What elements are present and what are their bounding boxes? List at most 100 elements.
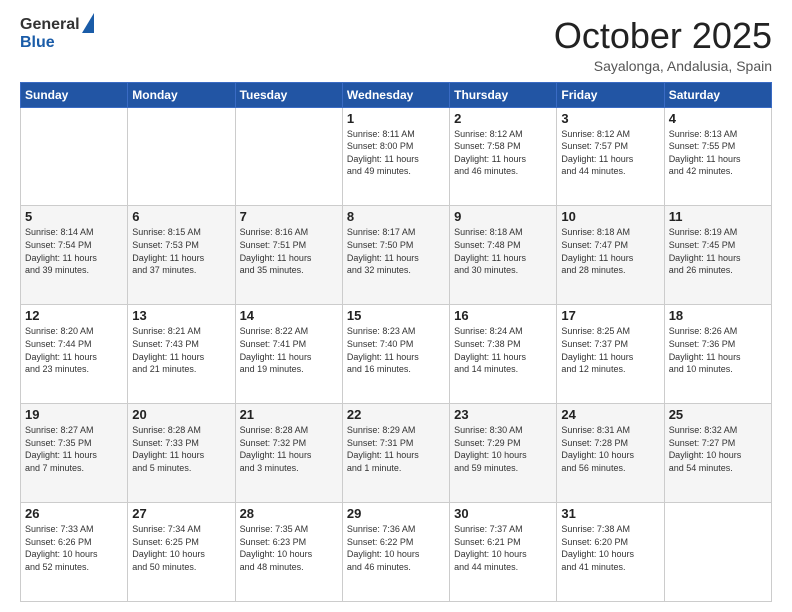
day-cell: 25 Sunrise: 8:32 AM Sunset: 7:27 PM Dayli… xyxy=(664,404,771,503)
day-info: Sunrise: 7:36 AM Sunset: 6:22 PM Dayligh… xyxy=(347,523,445,573)
day-cell: 26Sunrise: 7:33 AM Sunset: 6:26 PM Dayli… xyxy=(21,503,128,602)
day-cell: 31Sunrise: 7:38 AM Sunset: 6:20 PM Dayli… xyxy=(557,503,664,602)
day-info: Sunrise: 8:30 AM Sunset: 7:29 PM Dayligh… xyxy=(454,424,552,474)
day-info: Sunrise: 8:17 AM Sunset: 7:50 PM Dayligh… xyxy=(347,226,445,276)
day-number: 9 xyxy=(454,209,552,224)
day-cell: 22 Sunrise: 8:29 AM Sunset: 7:31 PM Dayli… xyxy=(342,404,449,503)
day-cell: 19Sunrise: 8:27 AM Sunset: 7:35 PM Dayli… xyxy=(21,404,128,503)
week-row-4: 19Sunrise: 8:27 AM Sunset: 7:35 PM Dayli… xyxy=(21,404,772,503)
day-info: Sunrise: 8:18 AM Sunset: 7:48 PM Dayligh… xyxy=(454,226,552,276)
day-cell: 27 Sunrise: 7:34 AM Sunset: 6:25 PM Dayli… xyxy=(128,503,235,602)
day-info: Sunrise: 7:35 AM Sunset: 6:23 PM Dayligh… xyxy=(240,523,338,573)
day-cell: 6Sunrise: 8:15 AM Sunset: 7:53 PM Daylig… xyxy=(128,206,235,305)
day-cell: 18 Sunrise: 8:26 AM Sunset: 7:36 PM Dayli… xyxy=(664,305,771,404)
day-number: 28 xyxy=(240,506,338,521)
day-info: Sunrise: 8:14 AM Sunset: 7:54 PM Dayligh… xyxy=(25,226,123,276)
day-number: 20 xyxy=(132,407,230,422)
logo-general-text: General xyxy=(20,16,80,34)
day-number: 8 xyxy=(347,209,445,224)
day-number: 12 xyxy=(25,308,123,323)
day-number: 13 xyxy=(132,308,230,323)
calendar-page: General Blue October 2025 Sayalonga, And… xyxy=(0,0,792,612)
day-info: Sunrise: 8:12 AM Sunset: 7:57 PM Dayligh… xyxy=(561,128,659,178)
week-row-1: 1 Sunrise: 8:11 AM Sunset: 8:00 PM Daylig… xyxy=(21,107,772,206)
day-info: Sunrise: 8:11 AM Sunset: 8:00 PM Dayligh… xyxy=(347,128,445,178)
day-info: Sunrise: 8:16 AM Sunset: 7:51 PM Dayligh… xyxy=(240,226,338,276)
day-cell: 3 Sunrise: 8:12 AM Sunset: 7:57 PM Daylig… xyxy=(557,107,664,206)
day-info: Sunrise: 8:13 AM Sunset: 7:55 PM Dayligh… xyxy=(669,128,767,178)
day-header-wednesday: Wednesday xyxy=(342,82,449,107)
day-number: 4 xyxy=(669,111,767,126)
week-row-3: 12 Sunrise: 8:20 AM Sunset: 7:44 PM Dayli… xyxy=(21,305,772,404)
day-number: 5 xyxy=(25,209,123,224)
day-cell: 14Sunrise: 8:22 AM Sunset: 7:41 PM Dayli… xyxy=(235,305,342,404)
day-info: Sunrise: 7:34 AM Sunset: 6:25 PM Dayligh… xyxy=(132,523,230,573)
day-header-sunday: Sunday xyxy=(21,82,128,107)
day-info: Sunrise: 8:24 AM Sunset: 7:38 PM Dayligh… xyxy=(454,325,552,375)
day-number: 2 xyxy=(454,111,552,126)
day-number: 17 xyxy=(561,308,659,323)
day-cell: 2 Sunrise: 8:12 AM Sunset: 7:58 PM Daylig… xyxy=(450,107,557,206)
day-info: Sunrise: 8:25 AM Sunset: 7:37 PM Dayligh… xyxy=(561,325,659,375)
day-cell: 21Sunrise: 8:28 AM Sunset: 7:32 PM Dayli… xyxy=(235,404,342,503)
logo-blue-text: Blue xyxy=(20,34,55,52)
day-number: 18 xyxy=(669,308,767,323)
month-title: October 2025 xyxy=(554,16,772,56)
day-number: 1 xyxy=(347,111,445,126)
day-header-tuesday: Tuesday xyxy=(235,82,342,107)
day-cell: 9 Sunrise: 8:18 AM Sunset: 7:48 PM Daylig… xyxy=(450,206,557,305)
day-cell: 20 Sunrise: 8:28 AM Sunset: 7:33 PM Dayli… xyxy=(128,404,235,503)
day-header-friday: Friday xyxy=(557,82,664,107)
day-number: 11 xyxy=(669,209,767,224)
day-info: Sunrise: 8:21 AM Sunset: 7:43 PM Dayligh… xyxy=(132,325,230,375)
day-number: 3 xyxy=(561,111,659,126)
day-number: 25 xyxy=(669,407,767,422)
day-cell xyxy=(21,107,128,206)
day-info: Sunrise: 7:38 AM Sunset: 6:20 PM Dayligh… xyxy=(561,523,659,573)
title-area: October 2025 Sayalonga, Andalusia, Spain xyxy=(554,16,772,74)
day-number: 16 xyxy=(454,308,552,323)
day-cell: 17 Sunrise: 8:25 AM Sunset: 7:37 PM Dayli… xyxy=(557,305,664,404)
day-number: 22 xyxy=(347,407,445,422)
day-info: Sunrise: 8:19 AM Sunset: 7:45 PM Dayligh… xyxy=(669,226,767,276)
day-number: 14 xyxy=(240,308,338,323)
day-header-thursday: Thursday xyxy=(450,82,557,107)
day-number: 30 xyxy=(454,506,552,521)
day-number: 24 xyxy=(561,407,659,422)
logo: General Blue xyxy=(20,16,94,52)
day-number: 26 xyxy=(25,506,123,521)
day-info: Sunrise: 8:28 AM Sunset: 7:33 PM Dayligh… xyxy=(132,424,230,474)
day-number: 15 xyxy=(347,308,445,323)
day-info: Sunrise: 8:20 AM Sunset: 7:44 PM Dayligh… xyxy=(25,325,123,375)
day-number: 7 xyxy=(240,209,338,224)
day-cell: 12 Sunrise: 8:20 AM Sunset: 7:44 PM Dayli… xyxy=(21,305,128,404)
day-header-saturday: Saturday xyxy=(664,82,771,107)
day-header-monday: Monday xyxy=(128,82,235,107)
day-cell xyxy=(235,107,342,206)
header: General Blue October 2025 Sayalonga, And… xyxy=(20,16,772,74)
day-number: 27 xyxy=(132,506,230,521)
day-info: Sunrise: 8:28 AM Sunset: 7:32 PM Dayligh… xyxy=(240,424,338,474)
day-cell: 24Sunrise: 8:31 AM Sunset: 7:28 PM Dayli… xyxy=(557,404,664,503)
week-row-2: 5 Sunrise: 8:14 AM Sunset: 7:54 PM Daylig… xyxy=(21,206,772,305)
calendar-table: SundayMondayTuesdayWednesdayThursdayFrid… xyxy=(20,82,772,602)
day-cell: 15 Sunrise: 8:23 AM Sunset: 7:40 PM Dayli… xyxy=(342,305,449,404)
day-cell: 23 Sunrise: 8:30 AM Sunset: 7:29 PM Dayli… xyxy=(450,404,557,503)
location: Sayalonga, Andalusia, Spain xyxy=(554,58,772,74)
day-info: Sunrise: 8:32 AM Sunset: 7:27 PM Dayligh… xyxy=(669,424,767,474)
day-number: 29 xyxy=(347,506,445,521)
logo-triangle-icon xyxy=(82,13,94,33)
day-cell: 30 Sunrise: 7:37 AM Sunset: 6:21 PM Dayli… xyxy=(450,503,557,602)
day-info: Sunrise: 8:12 AM Sunset: 7:58 PM Dayligh… xyxy=(454,128,552,178)
day-number: 6 xyxy=(132,209,230,224)
day-info: Sunrise: 8:27 AM Sunset: 7:35 PM Dayligh… xyxy=(25,424,123,474)
day-cell: 8 Sunrise: 8:17 AM Sunset: 7:50 PM Daylig… xyxy=(342,206,449,305)
week-row-5: 26Sunrise: 7:33 AM Sunset: 6:26 PM Dayli… xyxy=(21,503,772,602)
day-info: Sunrise: 8:26 AM Sunset: 7:36 PM Dayligh… xyxy=(669,325,767,375)
day-info: Sunrise: 8:29 AM Sunset: 7:31 PM Dayligh… xyxy=(347,424,445,474)
day-headers-row: SundayMondayTuesdayWednesdayThursdayFrid… xyxy=(21,82,772,107)
day-cell: 11 Sunrise: 8:19 AM Sunset: 7:45 PM Dayli… xyxy=(664,206,771,305)
day-number: 23 xyxy=(454,407,552,422)
day-info: Sunrise: 8:23 AM Sunset: 7:40 PM Dayligh… xyxy=(347,325,445,375)
day-info: Sunrise: 7:37 AM Sunset: 6:21 PM Dayligh… xyxy=(454,523,552,573)
